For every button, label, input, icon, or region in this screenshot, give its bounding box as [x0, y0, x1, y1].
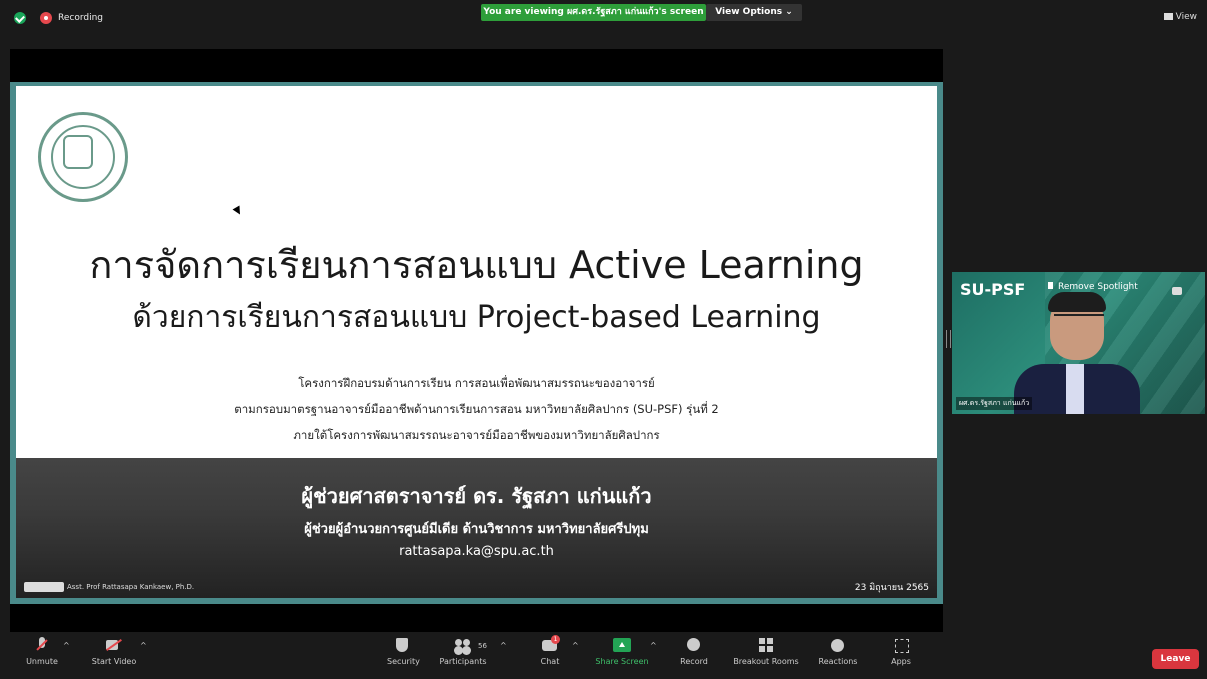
security-button[interactable]: Security	[387, 637, 420, 666]
apps-label: Apps	[891, 657, 911, 666]
unmute-label: Unmute	[26, 657, 58, 666]
view-label: View	[1175, 12, 1197, 22]
chat-caret[interactable]: ^	[572, 641, 579, 650]
chat-icon: 1	[541, 635, 560, 653]
tile-options[interactable]	[1169, 280, 1197, 295]
slide-subtitle-line1: โครงการฝึกอบรมด้านการเรียน การสอนเพื่อพั…	[298, 376, 655, 390]
meeting-controls-bar: Unmute ^ Start Video ^ Security Particip…	[0, 633, 1207, 679]
slide-subtitle-line3: ภายใต้โครงการพัฒนาสมรรถนะอาจารย์มืออาชีพ…	[293, 428, 660, 442]
recording-label: Recording	[58, 13, 104, 23]
view-options-button[interactable]: View Options ⌄	[706, 4, 802, 21]
audio-options-caret[interactable]: ^	[63, 641, 70, 650]
remove-spotlight-button[interactable]: Remove Spotlight	[1048, 282, 1138, 292]
recording-icon[interactable]	[40, 12, 52, 24]
encryption-shield-icon[interactable]	[14, 12, 26, 24]
footer-author: Asst. Prof Rattasapa Kankaew, Ph.D.	[67, 583, 195, 591]
record-icon	[685, 637, 703, 653]
breakout-rooms-icon	[757, 637, 775, 653]
splitter-handle[interactable]	[946, 330, 951, 348]
share-screen-button[interactable]: Share Screen	[594, 637, 650, 666]
participants-caret[interactable]: ^	[500, 641, 507, 650]
meeting-top-bar: Recording You are viewing ผศ.ดร.รัฐสภา แ…	[0, 0, 1207, 40]
tile-menu-icon[interactable]	[1172, 287, 1182, 295]
slide-date: 23 มิถุนายน 2565	[854, 583, 929, 593]
slide-title-line1: การจัดการเรียนการสอนแบบ Active Learning	[89, 243, 864, 287]
presenter-name: ผู้ช่วยศาสตราจารย์ ดร. รัฐสภา แก่นแก้ว	[301, 484, 652, 508]
participants-count: 56	[478, 642, 487, 650]
record-label: Record	[680, 657, 708, 666]
share-caret[interactable]: ^	[650, 641, 657, 650]
mouse-cursor-icon	[232, 205, 244, 217]
breakout-rooms-label: Breakout Rooms	[733, 657, 799, 666]
participants-icon	[454, 637, 472, 653]
apps-button[interactable]: Apps	[886, 637, 916, 666]
share-screen-label: Share Screen	[595, 657, 649, 666]
apps-icon	[892, 637, 910, 653]
video-options-caret[interactable]: ^	[140, 641, 147, 650]
slide-title-line2: ด้วยการเรียนการสอนแบบ Project-based Lear…	[132, 300, 821, 335]
slide-footer-credit: Asst. Prof Rattasapa Kankaew, Ph.D.	[24, 582, 194, 593]
unmute-button[interactable]: Unmute	[22, 637, 62, 666]
share-screen-icon	[613, 637, 631, 653]
view-button[interactable]: View	[1163, 12, 1197, 22]
presenter-role: ผู้ช่วยผู้อำนวยการศูนย์มีเดีย ด้านวิชากา…	[304, 522, 649, 537]
chat-button[interactable]: 1 Chat	[536, 635, 564, 666]
presenter-email: rattasapa.ka@spu.ac.th	[399, 544, 554, 559]
participant-video-tile[interactable]: SU-PSF Remove Spotlight ผศ.ดร.รัฐสภา แก่…	[952, 272, 1205, 414]
chat-label: Chat	[540, 657, 560, 666]
grid-view-icon	[1163, 13, 1173, 20]
breakout-rooms-button[interactable]: Breakout Rooms	[728, 637, 804, 666]
microphone-muted-icon	[33, 637, 51, 653]
presentation-slide: การจัดการเรียนการสอนแบบ Active Learning …	[10, 82, 943, 604]
record-button[interactable]: Record	[676, 637, 712, 666]
participant-name-label: ผศ.ดร.รัฐสภา แก่นแก้ว	[956, 397, 1033, 410]
slide-presenter-band: ผู้ช่วยศาสตราจารย์ ดร. รัฐสภา แก่นแก้ว ผ…	[16, 458, 937, 598]
participants-label: Participants	[439, 657, 487, 666]
security-label: Security	[387, 657, 420, 666]
leave-button[interactable]: Leave	[1152, 649, 1199, 669]
start-video-label: Start Video	[91, 657, 137, 666]
chat-unread-badge: 1	[551, 635, 560, 644]
video-background-text: SU-PSF	[960, 280, 1026, 299]
start-video-button[interactable]: Start Video	[86, 637, 142, 666]
remove-spotlight-label: Remove Spotlight	[1058, 282, 1138, 292]
video-off-icon	[105, 637, 123, 653]
reactions-icon	[829, 637, 847, 653]
viewing-screen-banner: You are viewing ผศ.ดร.รัฐสภา แก่นแก้ว's …	[481, 4, 706, 21]
security-shield-icon	[393, 637, 411, 653]
reactions-button[interactable]: Reactions	[816, 637, 860, 666]
pin-icon	[1048, 282, 1053, 289]
silpakorn-university-logo	[38, 112, 128, 202]
creative-commons-icon	[24, 582, 64, 592]
slide-subtitle-line2: ตามกรอบมาตรฐานอาจารย์มืออาชีพด้านการเรีย…	[234, 402, 719, 416]
slide-content: การจัดการเรียนการสอนแบบ Active Learning …	[16, 86, 937, 458]
reactions-label: Reactions	[818, 657, 858, 666]
